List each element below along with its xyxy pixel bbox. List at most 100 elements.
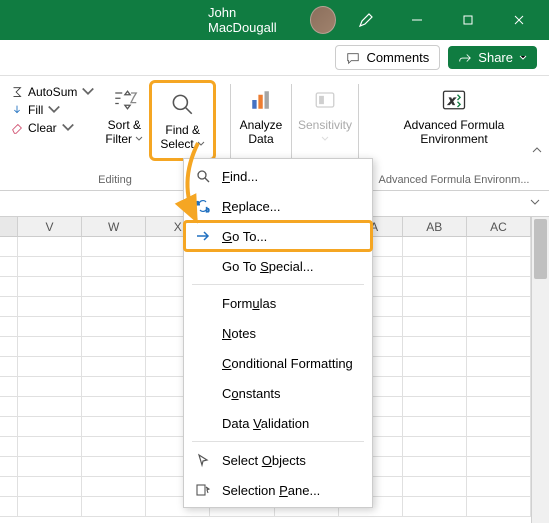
ribbon-collapse-button[interactable]: [531, 144, 543, 162]
grid-cell[interactable]: [82, 357, 146, 377]
menu-goto[interactable]: Go To...: [184, 221, 372, 251]
grid-cell[interactable]: [82, 317, 146, 337]
grid-cell[interactable]: [403, 357, 467, 377]
grid-cell[interactable]: [0, 237, 18, 257]
grid-cell[interactable]: [467, 437, 531, 457]
menu-find[interactable]: Find...: [184, 161, 372, 191]
grid-cell[interactable]: [403, 317, 467, 337]
grid-cell[interactable]: [0, 357, 18, 377]
menu-goto-special[interactable]: Go To Special...: [184, 251, 372, 281]
formula-bar-expand[interactable]: [529, 195, 541, 213]
grid-cell[interactable]: [0, 457, 18, 477]
user-account[interactable]: John MacDougall: [208, 5, 336, 35]
share-button[interactable]: Share: [448, 46, 537, 69]
grid-cell[interactable]: [467, 397, 531, 417]
grid-cell[interactable]: [18, 477, 82, 497]
menu-conditional-formatting[interactable]: Conditional Formatting: [184, 348, 372, 378]
grid-cell[interactable]: [18, 237, 82, 257]
grid-cell[interactable]: [0, 397, 18, 417]
grid-cell[interactable]: [18, 317, 82, 337]
menu-replace[interactable]: ab Replace...: [184, 191, 372, 221]
grid-cell[interactable]: [18, 397, 82, 417]
grid-cell[interactable]: [467, 257, 531, 277]
column-header-AC[interactable]: AC: [467, 217, 531, 237]
grid-cell[interactable]: [403, 457, 467, 477]
grid-cell[interactable]: [0, 417, 18, 437]
grid-cell[interactable]: [82, 497, 146, 517]
grid-cell[interactable]: [403, 297, 467, 317]
pen-mode-button[interactable]: [344, 0, 387, 40]
minimize-button[interactable]: [395, 0, 438, 40]
menu-selection-pane[interactable]: Selection Pane...: [184, 475, 372, 505]
grid-cell[interactable]: [18, 257, 82, 277]
grid-cell[interactable]: [403, 337, 467, 357]
column-header-V[interactable]: V: [18, 217, 82, 237]
grid-cell[interactable]: [82, 417, 146, 437]
grid-cell[interactable]: [0, 377, 18, 397]
grid-cell[interactable]: [0, 497, 18, 517]
grid-cell[interactable]: [467, 277, 531, 297]
grid-cell[interactable]: [403, 237, 467, 257]
vertical-scrollbar[interactable]: [531, 217, 549, 523]
grid-cell[interactable]: [18, 417, 82, 437]
grid-cell[interactable]: [467, 317, 531, 337]
grid-cell[interactable]: [18, 437, 82, 457]
grid-cell[interactable]: [82, 297, 146, 317]
avatar[interactable]: [310, 6, 336, 34]
select-all-corner[interactable]: [0, 217, 18, 237]
grid-cell[interactable]: [467, 497, 531, 517]
grid-cell[interactable]: [467, 237, 531, 257]
grid-cell[interactable]: [403, 437, 467, 457]
grid-cell[interactable]: [0, 337, 18, 357]
grid-cell[interactable]: [18, 457, 82, 477]
menu-notes[interactable]: Notes: [184, 318, 372, 348]
grid-cell[interactable]: [18, 297, 82, 317]
grid-cell[interactable]: [82, 377, 146, 397]
grid-cell[interactable]: [0, 277, 18, 297]
menu-select-objects[interactable]: Select Objects: [184, 445, 372, 475]
grid-cell[interactable]: [82, 277, 146, 297]
grid-cell[interactable]: [18, 337, 82, 357]
maximize-button[interactable]: [447, 0, 490, 40]
clear-button[interactable]: Clear: [6, 120, 99, 136]
grid-cell[interactable]: [467, 357, 531, 377]
grid-cell[interactable]: [467, 337, 531, 357]
grid-cell[interactable]: [18, 277, 82, 297]
grid-cell[interactable]: [0, 317, 18, 337]
grid-cell[interactable]: [467, 417, 531, 437]
menu-data-validation[interactable]: Data Validation: [184, 408, 372, 438]
analyze-data-button[interactable]: Analyze Data: [237, 80, 285, 151]
grid-cell[interactable]: [467, 477, 531, 497]
menu-constants[interactable]: Constants: [184, 378, 372, 408]
grid-cell[interactable]: [403, 377, 467, 397]
fill-button[interactable]: Fill: [6, 102, 99, 118]
grid-cell[interactable]: [403, 257, 467, 277]
find-select-button[interactable]: Find &Select: [154, 85, 211, 156]
grid-cell[interactable]: [82, 437, 146, 457]
comments-button[interactable]: Comments: [335, 45, 440, 70]
grid-cell[interactable]: [467, 297, 531, 317]
grid-cell[interactable]: [467, 457, 531, 477]
grid-cell[interactable]: [403, 397, 467, 417]
grid-cell[interactable]: [467, 377, 531, 397]
afe-button[interactable]: x Advanced Formula Environment: [394, 80, 514, 151]
autosum-button[interactable]: AutoSum: [6, 84, 99, 100]
grid-cell[interactable]: [18, 377, 82, 397]
grid-cell[interactable]: [82, 397, 146, 417]
menu-formulas[interactable]: Formulas: [184, 288, 372, 318]
grid-cell[interactable]: [82, 337, 146, 357]
grid-cell[interactable]: [82, 477, 146, 497]
sort-filter-button[interactable]: Sort &Filter: [99, 80, 149, 151]
grid-cell[interactable]: [82, 237, 146, 257]
grid-cell[interactable]: [403, 277, 467, 297]
grid-cell[interactable]: [403, 417, 467, 437]
scrollbar-thumb[interactable]: [534, 219, 547, 279]
grid-cell[interactable]: [18, 357, 82, 377]
grid-cell[interactable]: [0, 437, 18, 457]
grid-cell[interactable]: [82, 457, 146, 477]
grid-cell[interactable]: [0, 257, 18, 277]
close-button[interactable]: [498, 0, 541, 40]
column-header-W[interactable]: W: [82, 217, 146, 237]
grid-cell[interactable]: [0, 477, 18, 497]
grid-cell[interactable]: [403, 477, 467, 497]
